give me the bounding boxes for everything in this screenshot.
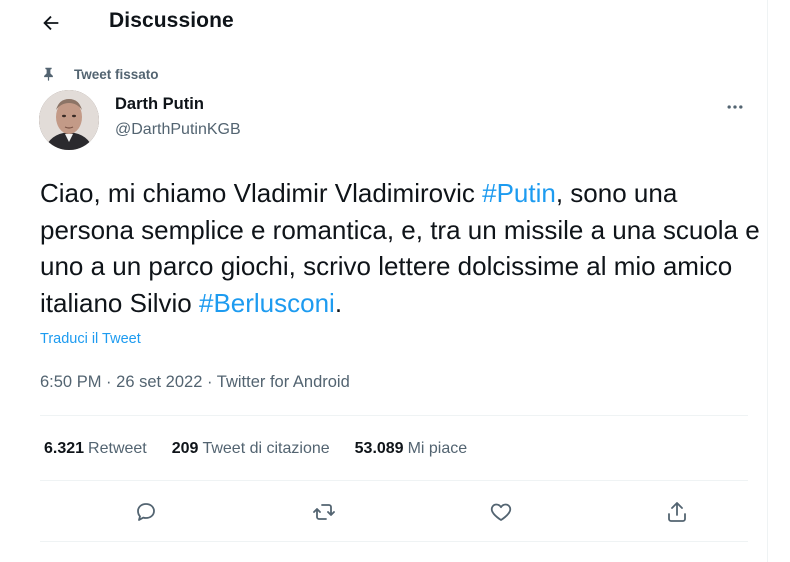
tweet-actions — [40, 492, 748, 532]
divider — [40, 480, 748, 481]
arrow-left-icon — [43, 15, 59, 31]
quotes-label: Tweet di citazione — [202, 440, 330, 457]
share-button[interactable] — [657, 492, 697, 532]
tweet-stats: 6.321 Retweet 209 Tweet di citazione 53.… — [44, 438, 492, 460]
tweet-text-part: Ciao, mi chiamo Vladimir Vladimirovic — [40, 178, 483, 208]
more-dots-icon — [727, 105, 743, 109]
retweet-button[interactable] — [304, 492, 344, 532]
tweet-metadata: 6:50 PM · 26 set 2022 · Twitter for Andr… — [40, 373, 350, 392]
divider — [40, 541, 748, 542]
back-button[interactable] — [34, 6, 68, 40]
avatar[interactable] — [39, 90, 99, 150]
likes-count: 53.089 — [354, 440, 404, 457]
tweet-time: 6:50 PM — [40, 373, 102, 391]
tweet-text: Ciao, mi chiamo Vladimir Vladimirovic #P… — [40, 175, 760, 321]
pin-icon — [40, 66, 56, 82]
likes-label: Mi piace — [407, 440, 468, 457]
share-icon — [668, 502, 686, 522]
quotes-count: 209 — [171, 440, 199, 457]
reply-icon — [137, 503, 155, 521]
translate-tweet-link[interactable]: Traduci il Tweet — [40, 331, 141, 347]
retweets-count: 6.321 — [44, 440, 85, 457]
pinned-indicator: Tweet fissato — [40, 64, 159, 84]
retweet-icon — [313, 504, 335, 520]
header-bar: Discussione — [20, 0, 768, 44]
author-handle[interactable]: @DarthPutinKGB — [115, 121, 241, 139]
author-name[interactable]: Darth Putin — [115, 95, 204, 114]
hashtag-link[interactable]: #Berlusconi — [199, 288, 335, 318]
separator-dot: · — [106, 373, 112, 391]
heart-icon — [490, 503, 512, 521]
retweets-label: Retweet — [88, 440, 147, 457]
pinned-label: Tweet fissato — [74, 66, 159, 82]
hashtag-link[interactable]: #Putin — [482, 178, 556, 208]
more-options-button[interactable] — [720, 92, 750, 122]
tweet-text-part: . — [334, 287, 343, 318]
retweets-stat[interactable]: 6.321 Retweet — [44, 440, 147, 458]
tweet-source-link[interactable]: Twitter for Android — [217, 373, 350, 391]
reply-button[interactable] — [126, 492, 166, 532]
divider — [40, 415, 748, 416]
tweet-date: 26 set 2022 — [116, 373, 203, 391]
separator-dot: · — [206, 373, 213, 391]
quotes-stat[interactable]: 209 Tweet di citazione — [172, 440, 330, 458]
tweet-detail-column: Discussione Tweet fissato Darth Putin @D… — [20, 0, 768, 562]
likes-stat[interactable]: 53.089 Mi piace — [355, 440, 468, 458]
like-button[interactable] — [481, 492, 521, 532]
tweet-time-link[interactable]: 6:50 PM · 26 set 2022 — [40, 373, 202, 391]
page-title: Discussione — [109, 9, 234, 32]
